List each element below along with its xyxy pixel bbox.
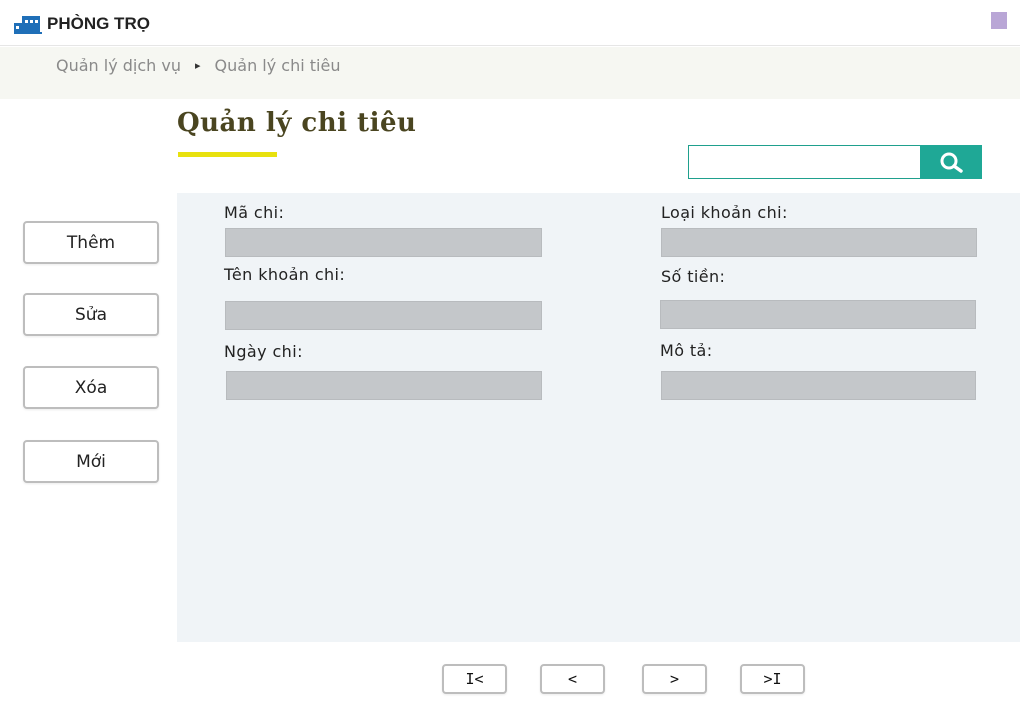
add-button[interactable]: Thêm: [23, 221, 159, 264]
expense-name-field[interactable]: [225, 301, 542, 330]
amount-label: Số tiền:: [661, 267, 726, 286]
new-button[interactable]: Mới: [23, 440, 159, 483]
expense-date-label: Ngày chi:: [224, 342, 303, 361]
breadcrumb: Quản lý dịch vụ ▸ Quản lý chi tiêu: [56, 56, 340, 75]
expense-id-field[interactable]: [225, 228, 542, 257]
expense-type-label: Loại khoản chi:: [661, 203, 788, 222]
last-page-button[interactable]: >I: [740, 664, 805, 694]
expense-type-field[interactable]: [661, 228, 977, 257]
search-button[interactable]: [920, 145, 982, 179]
description-field[interactable]: [661, 371, 976, 400]
title-underline: [178, 152, 277, 157]
first-page-button[interactable]: I<: [442, 664, 507, 694]
top-header: PHÒNG TRỌ: [0, 0, 1020, 46]
edit-button[interactable]: Sửa: [23, 293, 159, 336]
breadcrumb-separator-icon: ▸: [195, 59, 201, 72]
brand-name: PHÒNG TRỌ: [47, 14, 150, 33]
breadcrumb-bar: Quản lý dịch vụ ▸ Quản lý chi tiêu: [0, 47, 1020, 99]
description-label: Mô tả:: [660, 341, 713, 360]
expense-form: Mã chi: Loại khoản chi: Tên khoản chi: S…: [177, 193, 1020, 642]
search-input[interactable]: [688, 145, 921, 179]
page-title: Quản lý chi tiêu: [177, 108, 417, 138]
prev-page-button[interactable]: <: [540, 664, 605, 694]
expense-date-field[interactable]: [226, 371, 542, 400]
building-icon: [14, 16, 42, 34]
expense-id-label: Mã chi:: [224, 203, 285, 222]
expense-name-label: Tên khoản chi:: [224, 265, 346, 284]
breadcrumb-item-expenses: Quản lý chi tiêu: [214, 56, 341, 75]
delete-button[interactable]: Xóa: [23, 366, 159, 409]
user-menu-icon[interactable]: [991, 12, 1007, 29]
brand-logo[interactable]: PHÒNG TRỌ: [14, 12, 150, 36]
search-icon: [940, 152, 963, 173]
next-page-button[interactable]: >: [642, 664, 707, 694]
breadcrumb-item-services[interactable]: Quản lý dịch vụ: [56, 56, 181, 75]
amount-field[interactable]: [660, 300, 976, 329]
